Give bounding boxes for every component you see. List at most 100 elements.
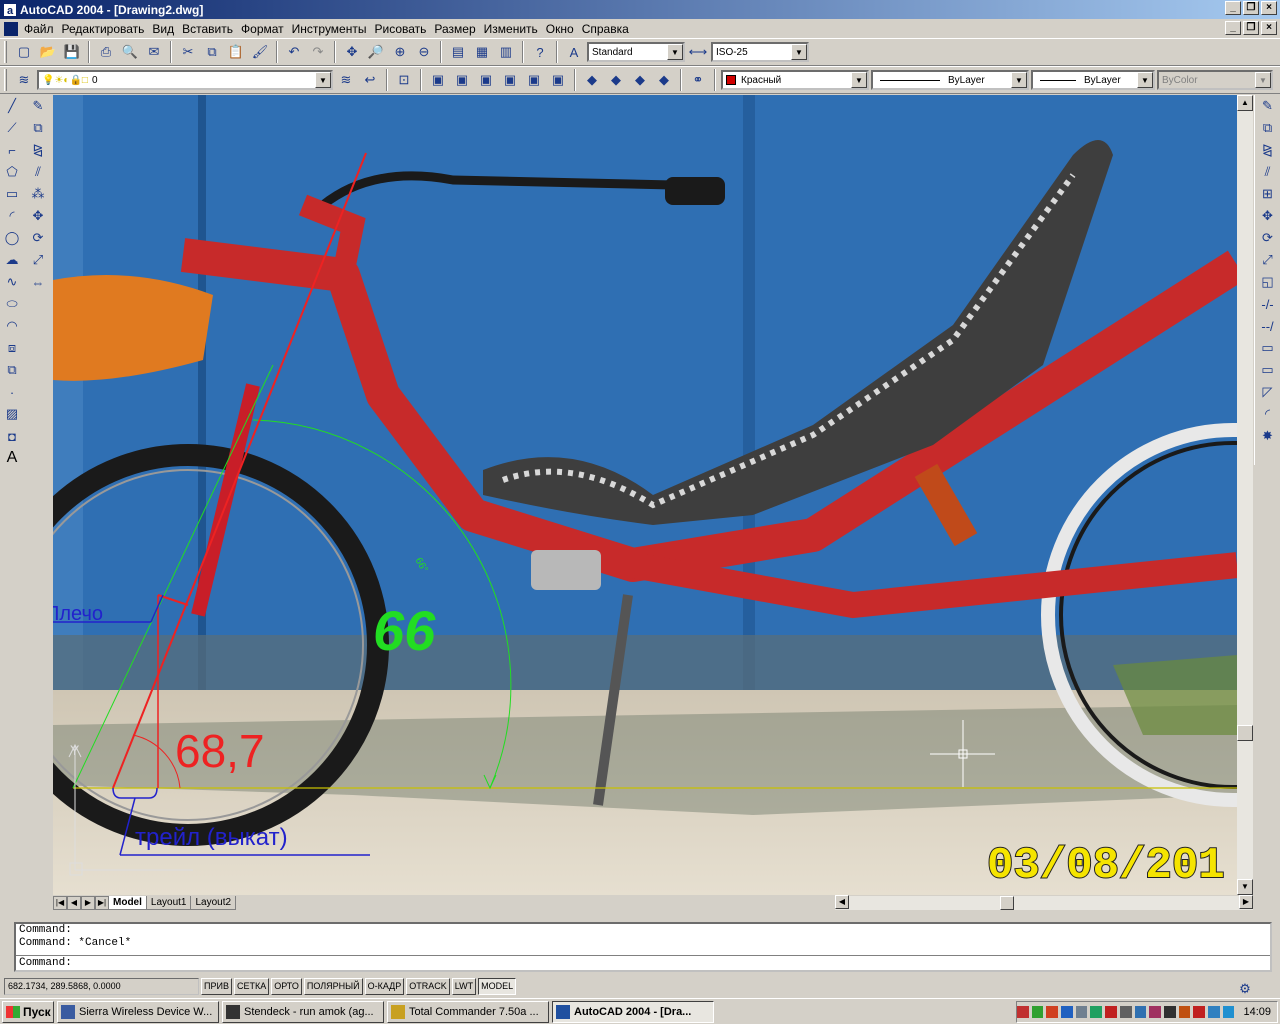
erase-icon[interactable]: ✎: [27, 95, 49, 117]
tray-settings-icon[interactable]: ⚙: [1234, 978, 1256, 1000]
join-icon[interactable]: ▭: [1257, 359, 1279, 381]
iso-sw-icon[interactable]: ◆: [581, 69, 603, 91]
doc-close-button[interactable]: ×: [1261, 21, 1277, 35]
model-toggle[interactable]: MODEL: [478, 977, 517, 995]
menu-window[interactable]: Окно: [544, 22, 580, 36]
layer-manager-icon[interactable]: ≋: [13, 69, 35, 91]
tray-icon[interactable]: [1193, 1006, 1206, 1018]
doc-minimize-button[interactable]: _: [1225, 21, 1241, 35]
polygon-icon[interactable]: ⬠: [1, 161, 23, 183]
next-tab-icon[interactable]: ▶: [81, 896, 95, 910]
match-properties-icon[interactable]: 🖌: [249, 41, 271, 63]
pan-icon[interactable]: ✥: [341, 41, 363, 63]
array-icon[interactable]: ⊞: [1257, 183, 1279, 205]
make-current-layer-icon[interactable]: ≋: [335, 69, 357, 91]
copy-object-icon[interactable]: ⧉: [1257, 117, 1279, 139]
menu-file[interactable]: Файл: [22, 22, 60, 36]
taskbar-item-autocad[interactable]: AutoCAD 2004 - [Dra...: [552, 1000, 714, 1023]
dim-style-icon[interactable]: ⟷: [687, 41, 709, 63]
circle-icon[interactable]: ◯: [1, 227, 23, 249]
polar-toggle[interactable]: ПОЛЯРНЫЙ: [303, 977, 363, 995]
text-style-icon[interactable]: A: [563, 41, 585, 63]
polyline-icon[interactable]: ⌐: [1, 139, 23, 161]
snap-toggle[interactable]: ПРИВ: [201, 977, 232, 995]
minimize-button[interactable]: _: [1225, 1, 1241, 15]
ellipse-arc-icon[interactable]: ◠: [1, 315, 23, 337]
menu-format[interactable]: Формат: [239, 22, 290, 36]
fillet-icon[interactable]: ◜: [1257, 403, 1279, 425]
lineweight-select[interactable]: ByLayer ▼: [1031, 70, 1155, 90]
doc-restore-button[interactable]: ❐: [1243, 21, 1259, 35]
menu-draw[interactable]: Рисовать: [372, 22, 432, 36]
zoom-realtime-icon[interactable]: 🔎: [365, 41, 387, 63]
start-button[interactable]: Пуск: [2, 1000, 54, 1023]
offset-icon[interactable]: ⫽: [27, 161, 49, 183]
tab-layout2[interactable]: Layout2: [190, 896, 237, 910]
view-right-icon[interactable]: ▣: [499, 69, 521, 91]
text-style-select[interactable]: Standard ▼: [587, 42, 685, 62]
hatch-icon[interactable]: ▨: [1, 403, 23, 425]
open-file-icon[interactable]: 📂: [37, 41, 59, 63]
restore-button[interactable]: ❐: [1243, 1, 1259, 15]
move-icon[interactable]: ✥: [1257, 205, 1279, 227]
erase-icon[interactable]: ✎: [1257, 95, 1279, 117]
vertical-scroll-thumb[interactable]: [1237, 725, 1253, 741]
tab-layout1[interactable]: Layout1: [145, 896, 192, 910]
tab-model[interactable]: Model: [108, 896, 147, 910]
drawing-canvas[interactable]: Y Плечо 66 66° 68,7 трейл (выкат) 03/08/…: [53, 95, 1237, 895]
command-input[interactable]: Command:: [16, 955, 1270, 970]
copy-object-icon[interactable]: ⧉: [27, 117, 49, 139]
zoom-previous-icon[interactable]: ⊖: [413, 41, 435, 63]
toolbar-grip[interactable]: [4, 41, 7, 63]
move-icon[interactable]: ✥: [27, 205, 49, 227]
insert-block-icon[interactable]: ⧈: [1, 337, 23, 359]
copy-icon[interactable]: ⧉: [201, 41, 223, 63]
stretch-icon[interactable]: ⇔: [27, 271, 49, 293]
break-icon[interactable]: ▭: [1257, 337, 1279, 359]
grid-toggle[interactable]: СЕТКА: [233, 977, 270, 995]
scroll-down-icon[interactable]: ▼: [1237, 879, 1253, 895]
properties-icon[interactable]: ▤: [447, 41, 469, 63]
menu-help[interactable]: Справка: [580, 22, 635, 36]
layer-previous-icon[interactable]: ↩: [359, 69, 381, 91]
tray-icon[interactable]: [1149, 1006, 1161, 1018]
horizontal-scrollbar[interactable]: ◀ ▶: [835, 895, 1253, 910]
autocad-icon[interactable]: a: [3, 2, 17, 17]
view-back-icon[interactable]: ▣: [547, 69, 569, 91]
view-front-icon[interactable]: ▣: [523, 69, 545, 91]
clock[interactable]: 14:09: [1243, 1006, 1271, 1018]
view-left-icon[interactable]: ▣: [475, 69, 497, 91]
rotate-icon[interactable]: ⟳: [27, 227, 49, 249]
taskbar-item-sierra[interactable]: Sierra Wireless Device W...: [57, 1000, 219, 1023]
otrack-toggle[interactable]: OTRACK: [406, 977, 450, 995]
zoom-window-icon[interactable]: ⊕: [389, 41, 411, 63]
view-top-icon[interactable]: ▣: [427, 69, 449, 91]
lwt-toggle[interactable]: LWT: [451, 977, 477, 995]
tray-icon[interactable]: [1105, 1006, 1117, 1018]
line-tool-icon[interactable]: ╱: [1, 95, 23, 117]
chamfer-icon[interactable]: ◸: [1257, 381, 1279, 403]
taskbar-item-stendeck[interactable]: Stendeck - run amok (ag...: [222, 1000, 384, 1023]
tray-icon[interactable]: [1208, 1006, 1220, 1018]
paste-icon[interactable]: 📋: [225, 41, 247, 63]
point-icon[interactable]: ·: [1, 381, 23, 403]
design-center-icon[interactable]: ▦: [471, 41, 493, 63]
tray-icon[interactable]: [1075, 1006, 1088, 1018]
spline-icon[interactable]: ∿: [1, 271, 23, 293]
multiline-text-icon[interactable]: A: [1, 447, 23, 469]
ellipse-icon[interactable]: ⬭: [1, 293, 23, 315]
tray-icon[interactable]: [1119, 1006, 1132, 1018]
camera-icon[interactable]: ⚭: [687, 69, 709, 91]
mirror-icon[interactable]: ⧎: [1257, 139, 1279, 161]
iso-nw-icon[interactable]: ◆: [653, 69, 675, 91]
tray-icon[interactable]: [1090, 1006, 1103, 1018]
array-icon[interactable]: ⁂: [27, 183, 49, 205]
rectangle-icon[interactable]: ▭: [1, 183, 23, 205]
scroll-up-icon[interactable]: ▲: [1237, 95, 1253, 111]
undo-icon[interactable]: ↶: [283, 41, 305, 63]
publish-icon[interactable]: ✉: [143, 41, 165, 63]
stretch-icon[interactable]: ◱: [1257, 271, 1279, 293]
tray-icon[interactable]: [1178, 1006, 1191, 1018]
layer-select[interactable]: 💡☀◐🔒□ 0 ▼: [37, 70, 333, 90]
scale-icon[interactable]: ⤢: [27, 249, 49, 271]
